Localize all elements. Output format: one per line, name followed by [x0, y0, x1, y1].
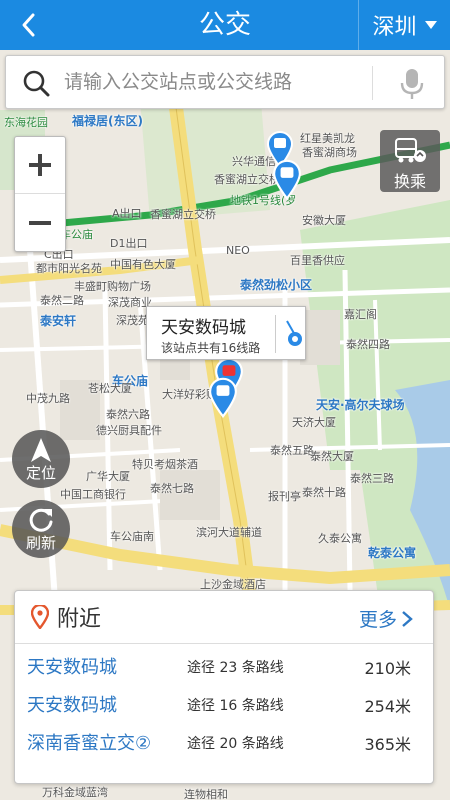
map-label: 中国工商银行: [60, 488, 126, 501]
map-label: 泰然十路: [302, 486, 346, 499]
nearby-stop-row[interactable]: 深南香蜜立交② 途径 20 条路线 365米: [15, 723, 433, 763]
map-label: 东海花园: [4, 116, 48, 129]
search-icon: [23, 70, 50, 97]
back-button[interactable]: [0, 0, 58, 50]
top-bar: 公交 深圳: [0, 0, 450, 50]
stop-name: 天安数码城: [27, 695, 117, 716]
map-label: 中国有色大厦: [110, 258, 176, 271]
map-label: 泰然劲松小区: [240, 278, 313, 292]
map-label: 泰然六路: [106, 408, 150, 421]
stop-lines: 途径 16 条路线: [187, 698, 284, 714]
refresh-icon: [29, 508, 53, 532]
map-label: 香蜜湖商场: [302, 146, 357, 159]
transfer-button[interactable]: 换乘: [380, 130, 440, 192]
stop-distance: 365米: [364, 735, 411, 754]
map-label: 泰然大厦: [310, 450, 354, 463]
transfer-label: 换乘: [393, 172, 426, 191]
chevron-right-icon: [402, 610, 413, 627]
nearby-stop-row[interactable]: 天安数码城 途径 23 条路线 210米: [15, 647, 433, 687]
locate-icon: [31, 438, 51, 462]
map-label: A出口: [112, 207, 142, 220]
map-label: 香蜜湖立交桥: [214, 173, 280, 186]
map-label: 天济大厦: [292, 416, 336, 429]
map-label: 久泰公寓: [318, 532, 362, 545]
map-label: 泰然三路: [350, 472, 394, 485]
map-label: 报刊亭: [268, 490, 301, 503]
stop-popup[interactable]: 天安数码城 该站点共有16线路: [146, 306, 306, 360]
bus-stop-pin-icon[interactable]: [272, 158, 302, 200]
zoom-control: [14, 136, 66, 252]
nearby-panel: 附近 更多 天安数码城 途径 23 条路线 210米 天安数码城 途径 16 条…: [14, 590, 434, 784]
map-label: 福禄居(东区): [72, 114, 143, 128]
map-label: 泰安轩: [40, 314, 77, 328]
stop-distance: 210米: [364, 659, 411, 678]
nearby-stop-row[interactable]: 天安数码城 途径 16 条路线 254米: [15, 685, 433, 725]
zoom-out-icon: [29, 220, 51, 225]
location-pin-icon: [31, 605, 49, 629]
map-label: 泰然二路: [40, 294, 84, 307]
caret-down-icon: [424, 21, 437, 29]
popup-stop-name: 天安数码城: [161, 318, 246, 338]
map-label: 广华大厦: [86, 470, 130, 483]
search-divider: [372, 66, 373, 100]
more-link[interactable]: 更多: [359, 605, 413, 632]
map-label: NEO: [226, 244, 250, 257]
map-label: 安徽大厦: [302, 214, 346, 227]
map-label: 深茂苑: [116, 314, 149, 327]
zoom-in-icon: [29, 154, 51, 176]
nearby-title: 附近: [57, 607, 102, 632]
map-label: 天安·高尔夫球场: [316, 398, 405, 412]
map-label: 香蜜湖立交桥: [150, 208, 216, 221]
popup-divider: [275, 315, 276, 353]
search-input[interactable]: [64, 56, 364, 108]
locate-button[interactable]: 定位: [12, 430, 70, 488]
map-label: 乾泰公寓: [368, 546, 417, 560]
navigation-icon[interactable]: [281, 319, 303, 349]
map-label: 泰然五路: [270, 444, 314, 457]
map-label: 泰然四路: [346, 338, 390, 351]
map-label: 都市阳光名苑: [36, 262, 102, 275]
map-label: D1出口: [110, 237, 148, 250]
city-selector[interactable]: 深圳: [358, 0, 450, 50]
transfer-bus-icon: [395, 138, 426, 163]
search-bar: [5, 55, 445, 109]
refresh-label: 刷新: [25, 534, 56, 552]
locate-label: 定位: [25, 464, 56, 482]
map-label: 滨河大道辅道: [196, 526, 262, 539]
map-label: 丰盛町购物广场: [74, 280, 151, 293]
back-arrow-icon: [22, 13, 35, 37]
stop-name: 深南香蜜立交②: [27, 733, 152, 754]
nearby-divider: [15, 643, 433, 644]
bus-stop-pin-icon[interactable]: [208, 376, 238, 418]
city-name: 深圳: [372, 15, 417, 40]
refresh-button[interactable]: 刷新: [12, 500, 70, 558]
map-label: 万科金域蓝湾: [42, 786, 108, 799]
popup-line-count: 该站点共有16线路: [161, 341, 261, 355]
stop-lines: 途径 20 条路线: [187, 736, 284, 752]
microphone-icon[interactable]: [400, 68, 424, 100]
map-label: 苍松大厦: [88, 382, 132, 395]
stop-lines: 途径 23 条路线: [187, 660, 284, 676]
more-label: 更多: [358, 609, 397, 631]
map-label: 特贝考烟茶酒: [132, 458, 198, 471]
map-label: 百里香供应: [290, 254, 345, 267]
map-label: 中茂九路: [26, 392, 70, 405]
map-label: 嘉汇阁: [344, 308, 377, 321]
map-label: 连物相和: [184, 788, 228, 800]
map-label: 德兴厨具配件: [96, 424, 162, 437]
map-label: 泰然七路: [150, 482, 194, 495]
zoom-out-button[interactable]: [15, 194, 65, 251]
stop-distance: 254米: [364, 697, 411, 716]
map-label: 车公庙南: [110, 530, 154, 543]
zoom-in-button[interactable]: [15, 137, 65, 194]
stop-name: 天安数码城: [27, 657, 117, 678]
